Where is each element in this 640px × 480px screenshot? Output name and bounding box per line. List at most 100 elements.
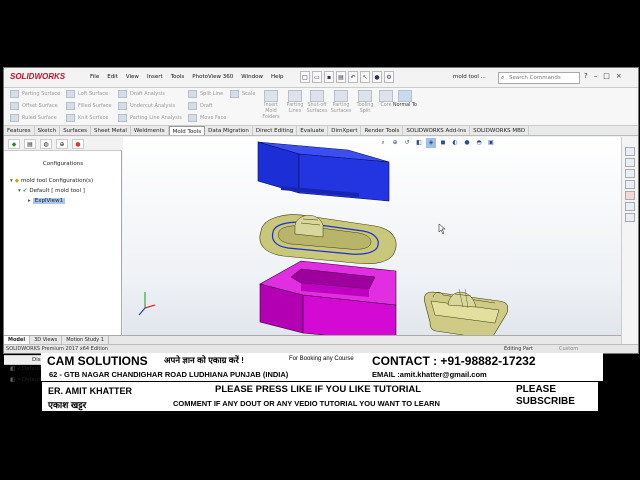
tab-mbd[interactable]: SOLIDWORKS MBD xyxy=(470,126,530,135)
filled-surface-icon xyxy=(66,102,75,110)
appearances-icon[interactable] xyxy=(625,191,635,200)
contact-number: CONTACT : +91-98882-17232 xyxy=(372,354,536,368)
tab-weldments[interactable]: Weldments xyxy=(131,126,169,135)
select-icon[interactable]: ↖ xyxy=(360,71,370,83)
move-face-button[interactable]: Move Face xyxy=(188,113,226,123)
comment-message: COMMENT IF ANY DOUT OR ANY VEDIO TUTORIA… xyxy=(173,399,440,408)
insert-mold-folders-button[interactable]: Insert Mold Folders xyxy=(259,90,283,121)
tab-evaluate[interactable]: Evaluate xyxy=(297,126,329,135)
resources-icon[interactable] xyxy=(625,158,635,167)
tree-explview[interactable]: ▸ ExplView1 xyxy=(28,198,66,204)
split-line-button[interactable]: Split Line xyxy=(188,89,226,99)
menu-photoview[interactable]: PhotoView 360 xyxy=(192,74,233,80)
tree-root-label: mold tool Configuration(s) xyxy=(21,178,94,184)
options-icon[interactable]: ⚙ xyxy=(384,71,394,83)
address-line: 62 - GTB NAGAR CHANDIGHAR ROAD LUDHIANA … xyxy=(49,370,289,379)
tab-render-tools[interactable]: Render Tools xyxy=(361,126,404,135)
open-icon[interactable]: ▭ xyxy=(312,71,322,83)
tab-features[interactable]: Features xyxy=(4,126,35,135)
normal-to-icon xyxy=(398,90,412,102)
menu-tools[interactable]: Tools xyxy=(171,74,185,80)
menu-file[interactable]: File xyxy=(90,74,99,80)
tab-direct-editing[interactable]: Direct Editing xyxy=(253,126,298,135)
forum-icon[interactable] xyxy=(625,213,635,222)
property-manager-icon[interactable]: ▤ xyxy=(24,139,36,149)
save-icon[interactable]: ▪ xyxy=(324,71,334,83)
solidworks-logo: SOLIDWORKS xyxy=(10,72,66,81)
status-units[interactable]: Custom xyxy=(559,346,578,352)
tab-sheet-metal[interactable]: Sheet Metal xyxy=(91,126,131,135)
configurations-title: Configurations xyxy=(42,161,84,167)
parting-lines-button[interactable]: Parting Lines xyxy=(283,90,307,115)
minimize-icon[interactable]: – xyxy=(594,72,598,80)
hindi-tagline: अपने ज्ञान को एकाग्र करें ! xyxy=(164,355,245,365)
offset-surface-button[interactable]: Offset Surface xyxy=(10,101,60,111)
parting-line-analysis-icon xyxy=(118,114,127,122)
menu-help[interactable]: Help xyxy=(271,74,284,80)
dimxpert-manager-icon[interactable]: ⊕ xyxy=(56,139,68,149)
help-icon[interactable]: ? xyxy=(584,72,588,80)
tab-addins[interactable]: SOLIDWORKS Add-Ins xyxy=(403,126,471,135)
instructor-name-hindi: एकाश खट्टर xyxy=(48,400,87,410)
scale-button[interactable]: Scale xyxy=(230,89,255,99)
parting-lines-icon xyxy=(288,90,302,102)
menu-window[interactable]: Window xyxy=(241,74,263,80)
tab-data-migration[interactable]: Data Migration xyxy=(205,126,253,135)
shut-off-surfaces-button[interactable]: Shut-off Surfaces xyxy=(305,90,329,115)
undercut-analysis-icon xyxy=(118,102,127,110)
undercut-analysis-button[interactable]: Undercut Analysis xyxy=(118,101,182,111)
display-manager-icon[interactable]: ● xyxy=(72,139,84,149)
menu-insert[interactable]: Insert xyxy=(147,74,163,80)
tab-mold-tools[interactable]: Mold Tools xyxy=(168,126,206,135)
tab-surfaces[interactable]: Surfaces xyxy=(60,126,92,135)
home-icon[interactable] xyxy=(625,147,635,156)
new-doc-icon[interactable]: □ xyxy=(300,71,310,83)
tab-sketch[interactable]: Sketch xyxy=(35,126,61,135)
ribbon-col-5: Scale xyxy=(230,89,255,99)
tree-default-config[interactable]: ▾ ✔ Default [ mold tool ] xyxy=(18,188,85,194)
undo-icon[interactable]: ↶ xyxy=(348,71,358,83)
custom-properties-icon[interactable] xyxy=(625,202,635,211)
tab-dimxpert[interactable]: DimXpert xyxy=(328,126,362,135)
cavity-plate[interactable] xyxy=(257,141,390,202)
info-banner-top: CAM SOLUTIONS अपने ज्ञान को एकाग्र करें … xyxy=(41,353,603,381)
filled-surface-button[interactable]: Filled Surface xyxy=(66,101,112,111)
solidworks-window: SOLIDWORKS File Edit View Insert Tools P… xyxy=(3,67,639,383)
tab-model[interactable]: Model xyxy=(4,336,31,344)
task-pane xyxy=(621,137,638,345)
draft-analysis-button[interactable]: Draft Analysis xyxy=(118,89,182,99)
print-icon[interactable]: ▤ xyxy=(336,71,346,83)
tree-root[interactable]: ▾ ◆ mold tool Configuration(s) xyxy=(10,178,93,184)
expand-icon: ▸ xyxy=(28,198,31,204)
graphics-area[interactable]: ⌕ ⊕ ↺ ◧ ◈ ◼ ◐ ● ◓ ▣ xyxy=(123,137,621,345)
knit-surface-button[interactable]: Knit Surface xyxy=(66,113,112,123)
maximize-icon[interactable]: □ xyxy=(603,72,610,80)
feature-manager-icon[interactable]: ◆ xyxy=(8,139,20,149)
configuration-manager-icon[interactable]: ◍ xyxy=(40,139,52,149)
split-line-icon xyxy=(188,90,197,98)
command-tabs: Features Sketch Surfaces Sheet Metal Wel… xyxy=(4,126,638,136)
like-message: PLEASE PRESS LIKE IF YOU LIKE TUTORIAL xyxy=(215,384,422,395)
status-edition: SOLIDWORKS Premium 2017 x64 Edition xyxy=(6,346,108,352)
close-icon[interactable]: × xyxy=(616,72,622,80)
search-commands-input[interactable]: ⌕ Search Commands xyxy=(498,72,580,84)
parting-line-analysis-button[interactable]: Parting Line Analysis xyxy=(118,113,182,123)
parting-surfaces-button[interactable]: Parting Surfaces xyxy=(329,90,353,115)
design-library-icon[interactable] xyxy=(625,169,635,178)
ruled-surface-icon xyxy=(10,114,19,122)
molded-part[interactable] xyxy=(424,288,509,339)
rebuild-icon[interactable]: ● xyxy=(372,71,382,83)
file-explorer-icon[interactable] xyxy=(625,180,635,189)
parting-surface-button[interactable]: Parting Surface xyxy=(10,89,60,99)
normal-to-button[interactable]: Normal To xyxy=(393,90,417,109)
draft-button[interactable]: Draft xyxy=(188,101,226,111)
ruled-surface-button[interactable]: Ruled Surface xyxy=(10,113,60,123)
menu-edit[interactable]: Edit xyxy=(107,74,118,80)
collapse-icon: ▾ xyxy=(10,178,13,184)
loft-surface-button[interactable]: Loft Surface xyxy=(66,89,112,99)
parting-plate[interactable] xyxy=(259,214,397,265)
core-plate[interactable] xyxy=(259,260,397,343)
tab-motion-study[interactable]: Motion Study 1 xyxy=(62,336,109,344)
menu-view[interactable]: View xyxy=(126,74,139,80)
tab-3d-views[interactable]: 3D Views xyxy=(30,336,63,344)
